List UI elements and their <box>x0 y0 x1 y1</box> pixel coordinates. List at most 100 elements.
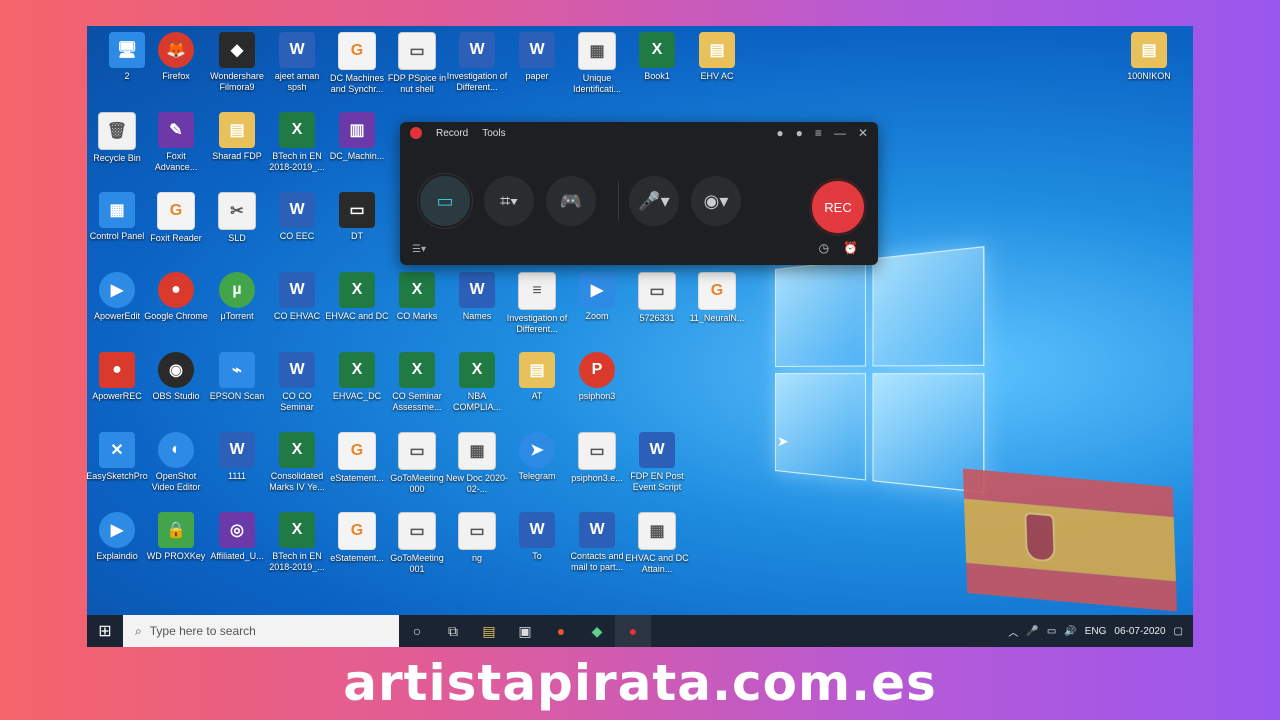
desktop-icon[interactable]: X Consolidated Marks IV Ye... <box>265 432 329 493</box>
desktop-icon[interactable]: ◎ Affiliated_U... <box>205 512 269 562</box>
desktop-icon[interactable]: W To <box>505 512 569 562</box>
desktop-icon[interactable]: W Contacts and mail to part... <box>565 512 629 573</box>
desktop-icon[interactable]: X EHVAC_DC <box>325 352 389 402</box>
desktop-icon[interactable]: ▭ psiphon3.e... <box>565 432 629 484</box>
desktop-icon[interactable]: X CO Marks <box>385 272 449 322</box>
desktop-icon[interactable]: ▭ GoToMeeting 001 <box>385 512 449 575</box>
desktop-icon[interactable]: W CO EEC <box>265 192 329 242</box>
desktop-icon[interactable]: ◆ Wondershare Filmora9 <box>205 32 269 93</box>
desktop-icon[interactable]: ▶ Zoom <box>565 272 629 322</box>
volume-icon[interactable]: 🔊 <box>1064 626 1076 637</box>
desktop-icon-label: Book1 <box>644 71 670 81</box>
rec-button[interactable]: REC <box>809 178 867 236</box>
desktop-icon[interactable]: 🦊 Firefox <box>144 32 208 82</box>
desktop-icon[interactable]: X NBA COMPLIA... <box>445 352 509 413</box>
search-placeholder: Type here to search <box>149 624 256 638</box>
desktop-icon[interactable]: ▦ Unique Identificati... <box>565 32 629 95</box>
desktop-icon[interactable]: GeStatement... <box>325 432 389 484</box>
desktop-icon[interactable]: ▤ 100NIKON <box>1117 32 1181 82</box>
desktop-icon[interactable]: ▭ FDP PSpice in nut shell <box>385 32 449 95</box>
menu-icon[interactable]: ≡ <box>815 126 822 140</box>
desktop-icon-label: Investigation of Different... <box>446 71 508 92</box>
user-icon[interactable]: ● <box>776 126 783 140</box>
desktop-icon[interactable]: X CO Seminar Assessme... <box>385 352 449 413</box>
desktop-icon[interactable]: Wpaper <box>505 32 569 82</box>
desktop-icon[interactable]: W Investigation of Different... <box>445 32 509 93</box>
desktop-icon[interactable]: ▭ ng <box>445 512 509 564</box>
app-icon[interactable]: ▣ <box>507 615 543 647</box>
desktop-icon-glyph: G <box>698 272 736 310</box>
desktop-icon[interactable]: ▥ DC_Machin... <box>325 112 389 162</box>
powerpoint-icon[interactable]: ● <box>543 615 579 647</box>
desktop-icon[interactable]: 🗑 Recycle Bin <box>87 112 149 164</box>
desktop-icon[interactable]: X Book1 <box>625 32 689 82</box>
desktop-icon[interactable]: GeStatement... <box>325 512 389 564</box>
desktop-icon[interactable]: G 11_NeuralN... <box>685 272 749 324</box>
desktop-icon[interactable]: ✎ Foxit Advance... <box>144 112 208 173</box>
desktop-icon[interactable]: G Foxit Reader <box>144 192 208 244</box>
filmora-icon[interactable]: ◆ <box>579 615 615 647</box>
language-indicator[interactable]: ENG <box>1085 626 1107 637</box>
desktop-icon[interactable]: ▦ Control Panel <box>87 192 149 242</box>
desktop-icon[interactable]: ▦ New Doc 2020-02-... <box>445 432 509 495</box>
chat-icon[interactable]: ● <box>796 126 803 140</box>
notifications-icon[interactable]: ▢ <box>1174 626 1183 637</box>
desktop-icon[interactable]: ▤ EHV AC <box>685 32 749 82</box>
desktop-icon[interactable]: W Names <box>445 272 509 322</box>
microphone-button[interactable]: 🎤▾ <box>629 176 679 226</box>
fullscreen-mode-button[interactable]: ▭ <box>418 174 472 228</box>
desktop-icon-glyph: X <box>279 432 315 468</box>
desktop-icon[interactable]: Ppsiphon3 <box>565 352 629 402</box>
close-icon[interactable]: ✕ <box>858 126 868 140</box>
desktop-icon[interactable]: ▤ Sharad FDP <box>205 112 269 162</box>
file-explorer-icon[interactable]: ▤ <box>471 615 507 647</box>
desktop-icon[interactable]: ◉ OBS Studio <box>144 352 208 402</box>
desktop-icon[interactable]: µ µTorrent <box>205 272 269 322</box>
desktop-icon[interactable]: X BTech in EN 2018-2019_... <box>265 112 329 173</box>
desktop-icon[interactable]: ▶ ApowerEdit <box>87 272 149 322</box>
desktop-icon[interactable]: ▤ AT <box>505 352 569 402</box>
game-mode-button[interactable]: 🎮 <box>546 176 596 226</box>
chevron-up-icon[interactable]: ︿ <box>1008 624 1018 639</box>
desktop-icon[interactable]: ◐ OpenShot Video Editor <box>144 432 208 493</box>
desktop-icon[interactable]: ✕ EasySketchPro <box>87 432 149 482</box>
apowerrec-taskbar-icon[interactable]: ● <box>615 615 651 647</box>
desktop-icon[interactable]: W FDP EN Post Event Script <box>625 432 689 493</box>
desktop-icon[interactable]: ➤ Telegram <box>505 432 569 482</box>
desktop-icon[interactable]: ▭ 5726331 <box>625 272 689 324</box>
desktop-icon[interactable]: ✂ SLD <box>205 192 269 244</box>
desktop-icon[interactable]: ● ApowerREC <box>87 352 149 402</box>
desktop-icon[interactable]: X EHVAC and DC <box>325 272 389 322</box>
alarm-icon[interactable]: ⏰ <box>843 241 858 255</box>
task-view-icon[interactable]: ⧉ <box>435 615 471 647</box>
desktop-icon[interactable]: 🔒 WD PROXKey <box>144 512 208 562</box>
taskbar-search[interactable]: ⌕ Type here to search <box>123 615 399 647</box>
desktop-icon[interactable]: ▭ GoToMeeting 000 <box>385 432 449 495</box>
desktop-icon[interactable]: ≡ Investigation of Different... <box>505 272 569 335</box>
desktop-icon[interactable]: W CO EHVAC <box>265 272 329 322</box>
crop-region-button[interactable]: ⌗▾ <box>484 176 534 226</box>
clock-date[interactable]: 06-07-2020 <box>1114 626 1165 637</box>
desktop-icon[interactable]: ▦ EHVAC and DC Attain... <box>625 512 689 575</box>
desktop-icon[interactable]: ● Google Chrome <box>144 272 208 322</box>
desktop-icon[interactable]: W 1111 <box>205 432 269 482</box>
schedule-icon[interactable]: ◷ <box>819 241 829 255</box>
battery-icon[interactable]: ▭ <box>1047 626 1056 637</box>
minimize-icon[interactable]: — <box>834 126 846 140</box>
cortana-icon[interactable]: ○ <box>399 615 435 647</box>
desktop-icon[interactable]: X BTech in EN 2018-2019_... <box>265 512 329 573</box>
recorder-window[interactable]: Record Tools ● ● ≡ — ✕ ▭ ⌗▾ 🎮 🎤▾ ◉▾ REC … <box>400 122 878 265</box>
desktop-icon[interactable]: W CO CO Seminar <box>265 352 329 413</box>
start-button[interactable]: ⊞ <box>87 615 123 647</box>
list-options-icon[interactable]: ☰▾ <box>412 244 426 255</box>
desktop-icon[interactable]: ▶ Explaindio <box>87 512 149 562</box>
menu-record[interactable]: Record <box>436 128 468 139</box>
desktop-icon[interactable]: G DC Machines and Synchr... <box>325 32 389 95</box>
webcam-button[interactable]: ◉▾ <box>691 176 741 226</box>
desktop-icon[interactable]: ▭ DT <box>325 192 389 242</box>
microphone-tray-icon[interactable]: 🎤 <box>1026 626 1038 637</box>
desktop-icon[interactable]: Wajeet aman spsh <box>265 32 329 93</box>
desktop-icon[interactable]: ⌁ EPSON Scan <box>205 352 269 402</box>
desktop-icon-label: Investigation of Different... <box>506 313 568 334</box>
menu-tools[interactable]: Tools <box>482 128 505 139</box>
